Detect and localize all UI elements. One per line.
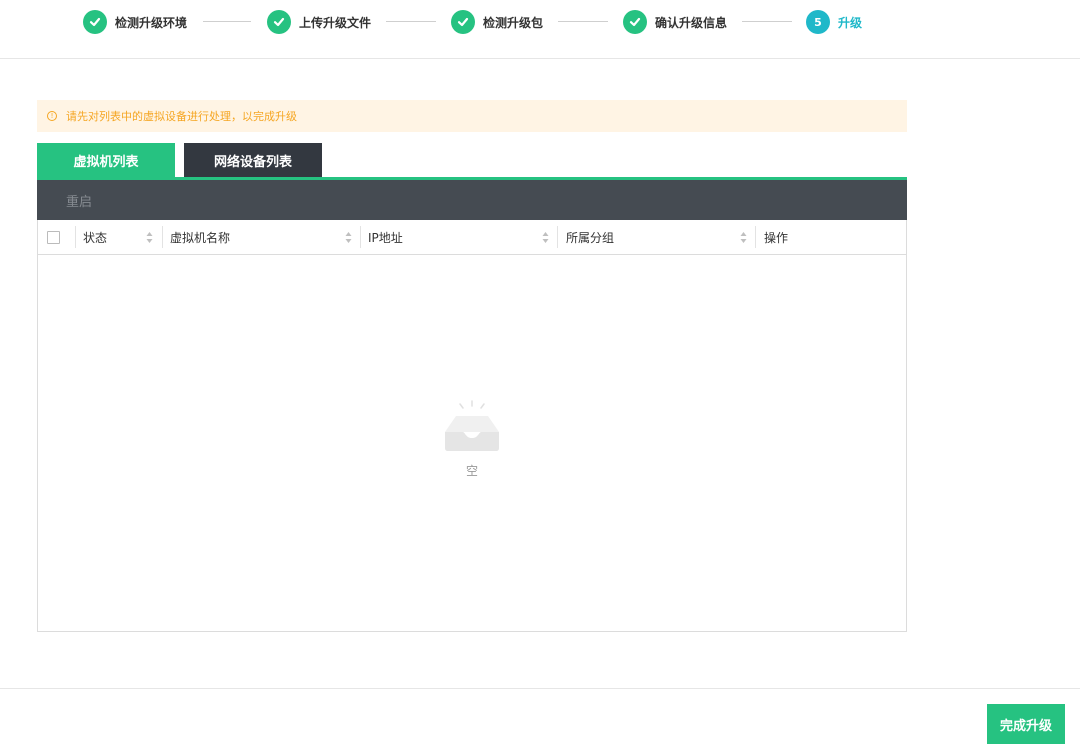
- column-header-actions: 操作: [764, 231, 789, 245]
- empty-text: 空: [465, 464, 478, 478]
- column-header-group[interactable]: 所属分组: [566, 220, 614, 255]
- tab-vm-list[interactable]: 虚拟机列表: [37, 143, 175, 177]
- step-connector: [386, 21, 436, 22]
- sort-icon[interactable]: [345, 231, 352, 244]
- step-connector: [558, 21, 608, 22]
- column-header-ip-address[interactable]: IP地址: [368, 220, 403, 255]
- tab-network-device-list[interactable]: 网络设备列表: [184, 143, 322, 177]
- table-toolbar: 重启: [37, 180, 907, 220]
- column-divider: [75, 226, 76, 248]
- step-2: 上传升级文件: [267, 10, 371, 34]
- check-icon: [451, 10, 475, 34]
- sort-icon[interactable]: [542, 231, 549, 244]
- table-header: 状态 虚拟机名称 IP地址 所属分组 操作: [38, 220, 906, 255]
- sort-icon[interactable]: [740, 231, 747, 244]
- step-1: 检测升级环境: [83, 10, 187, 34]
- check-icon: [623, 10, 647, 34]
- step-5: 5 升级: [806, 10, 862, 34]
- select-all-checkbox[interactable]: [47, 231, 60, 244]
- warning-alert: ! 请先对列表中的虚拟设备进行处理，以完成升级: [37, 100, 907, 132]
- vm-table: 状态 虚拟机名称 IP地址 所属分组 操作 空: [37, 220, 907, 632]
- footer-bar: 完成升级: [0, 688, 1080, 748]
- column-header-vm-name[interactable]: 虚拟机名称: [170, 220, 230, 255]
- step-label: 上传升级文件: [299, 15, 372, 30]
- step-label: 检测升级环境: [115, 15, 188, 30]
- tab-bar: 虚拟机列表 网络设备列表: [37, 143, 907, 180]
- step-label: 升级: [838, 15, 863, 30]
- step-connector: [742, 21, 792, 22]
- select-all-cell: [47, 220, 60, 255]
- info-icon: !: [47, 111, 57, 121]
- step-connector: [203, 21, 251, 22]
- empty-state: 空: [38, 400, 906, 479]
- step-3: 检测升级包: [451, 10, 543, 34]
- column-divider: [360, 226, 361, 248]
- column-divider: [755, 226, 756, 248]
- restart-button[interactable]: 重启: [66, 191, 92, 210]
- step-label: 检测升级包: [483, 15, 544, 30]
- sort-icon[interactable]: [146, 231, 153, 244]
- step-number: 5: [806, 10, 830, 34]
- alert-text: 请先对列表中的虚拟设备进行处理，以完成升级: [66, 110, 297, 123]
- step-4: 确认升级信息: [623, 10, 727, 34]
- check-icon: [83, 10, 107, 34]
- column-header-status[interactable]: 状态: [83, 220, 107, 255]
- check-icon: [267, 10, 291, 34]
- column-divider: [162, 226, 163, 248]
- steps-bar: 检测升级环境 上传升级文件 检测升级包 确认升级信息 5 升级: [0, 0, 1080, 59]
- finish-upgrade-button[interactable]: 完成升级: [987, 704, 1065, 744]
- step-label: 确认升级信息: [655, 15, 728, 30]
- empty-inbox-icon: [445, 400, 499, 451]
- column-divider: [557, 226, 558, 248]
